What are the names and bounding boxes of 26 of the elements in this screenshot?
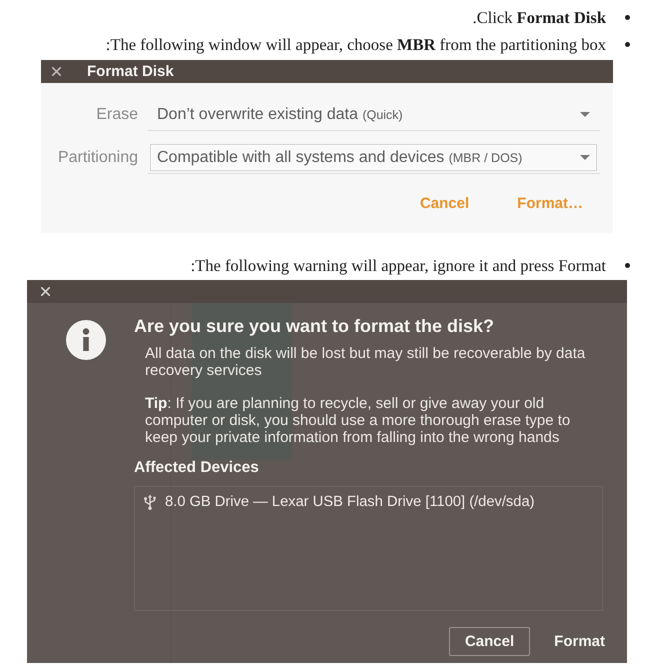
usb-icon [143, 494, 157, 510]
device-label: 8.0 GB Drive — Lexar USB Flash Drive [1100] (/dev/sda) [165, 494, 535, 510]
dropdown-field[interactable]: Compatible with all systems and devices (MBR / DOS) [150, 144, 597, 171]
close-button[interactable] [52, 67, 61, 76]
dropdown-field[interactable]: Don’t overwrite existing data (Quick) [150, 101, 597, 128]
field-label: Partitioning [58, 149, 138, 167]
bullet-icon [625, 15, 630, 20]
close-icon [41, 287, 50, 296]
dialog-button[interactable]: Format [538, 627, 621, 656]
section-title: Affected Devices [134, 459, 260, 477]
bullet-icon [625, 42, 630, 47]
close-button[interactable] [41, 287, 50, 296]
dropdown-arrow-icon [580, 155, 590, 160]
info-icon [66, 320, 106, 360]
dialog-heading: Are you sure you want to format the disk? [134, 315, 496, 337]
instruction-text: :The following warning will appear, ignore it and press Format [190, 256, 606, 276]
dialog-button[interactable]: Cancel [448, 627, 530, 656]
field-label: Erase [96, 106, 138, 124]
dropdown-arrow-icon [580, 112, 590, 117]
instruction-text: :The following window will appear, choose MBR from the partitioning box [106, 34, 606, 54]
instruction-text: .Click Format Disk [472, 8, 606, 28]
dialog-message: All data on the disk will be lost but may still be recoverable by data recovery services [145, 345, 586, 379]
window-title: Format Disk [87, 63, 174, 80]
bullet-icon [625, 263, 630, 268]
close-icon [52, 67, 61, 76]
tip-text: Tip: If you are planning to recycle, sell or give away your old computer or disk, you should use a more thorough erase type to keep your private information from falling into the wrong hands [145, 395, 572, 446]
